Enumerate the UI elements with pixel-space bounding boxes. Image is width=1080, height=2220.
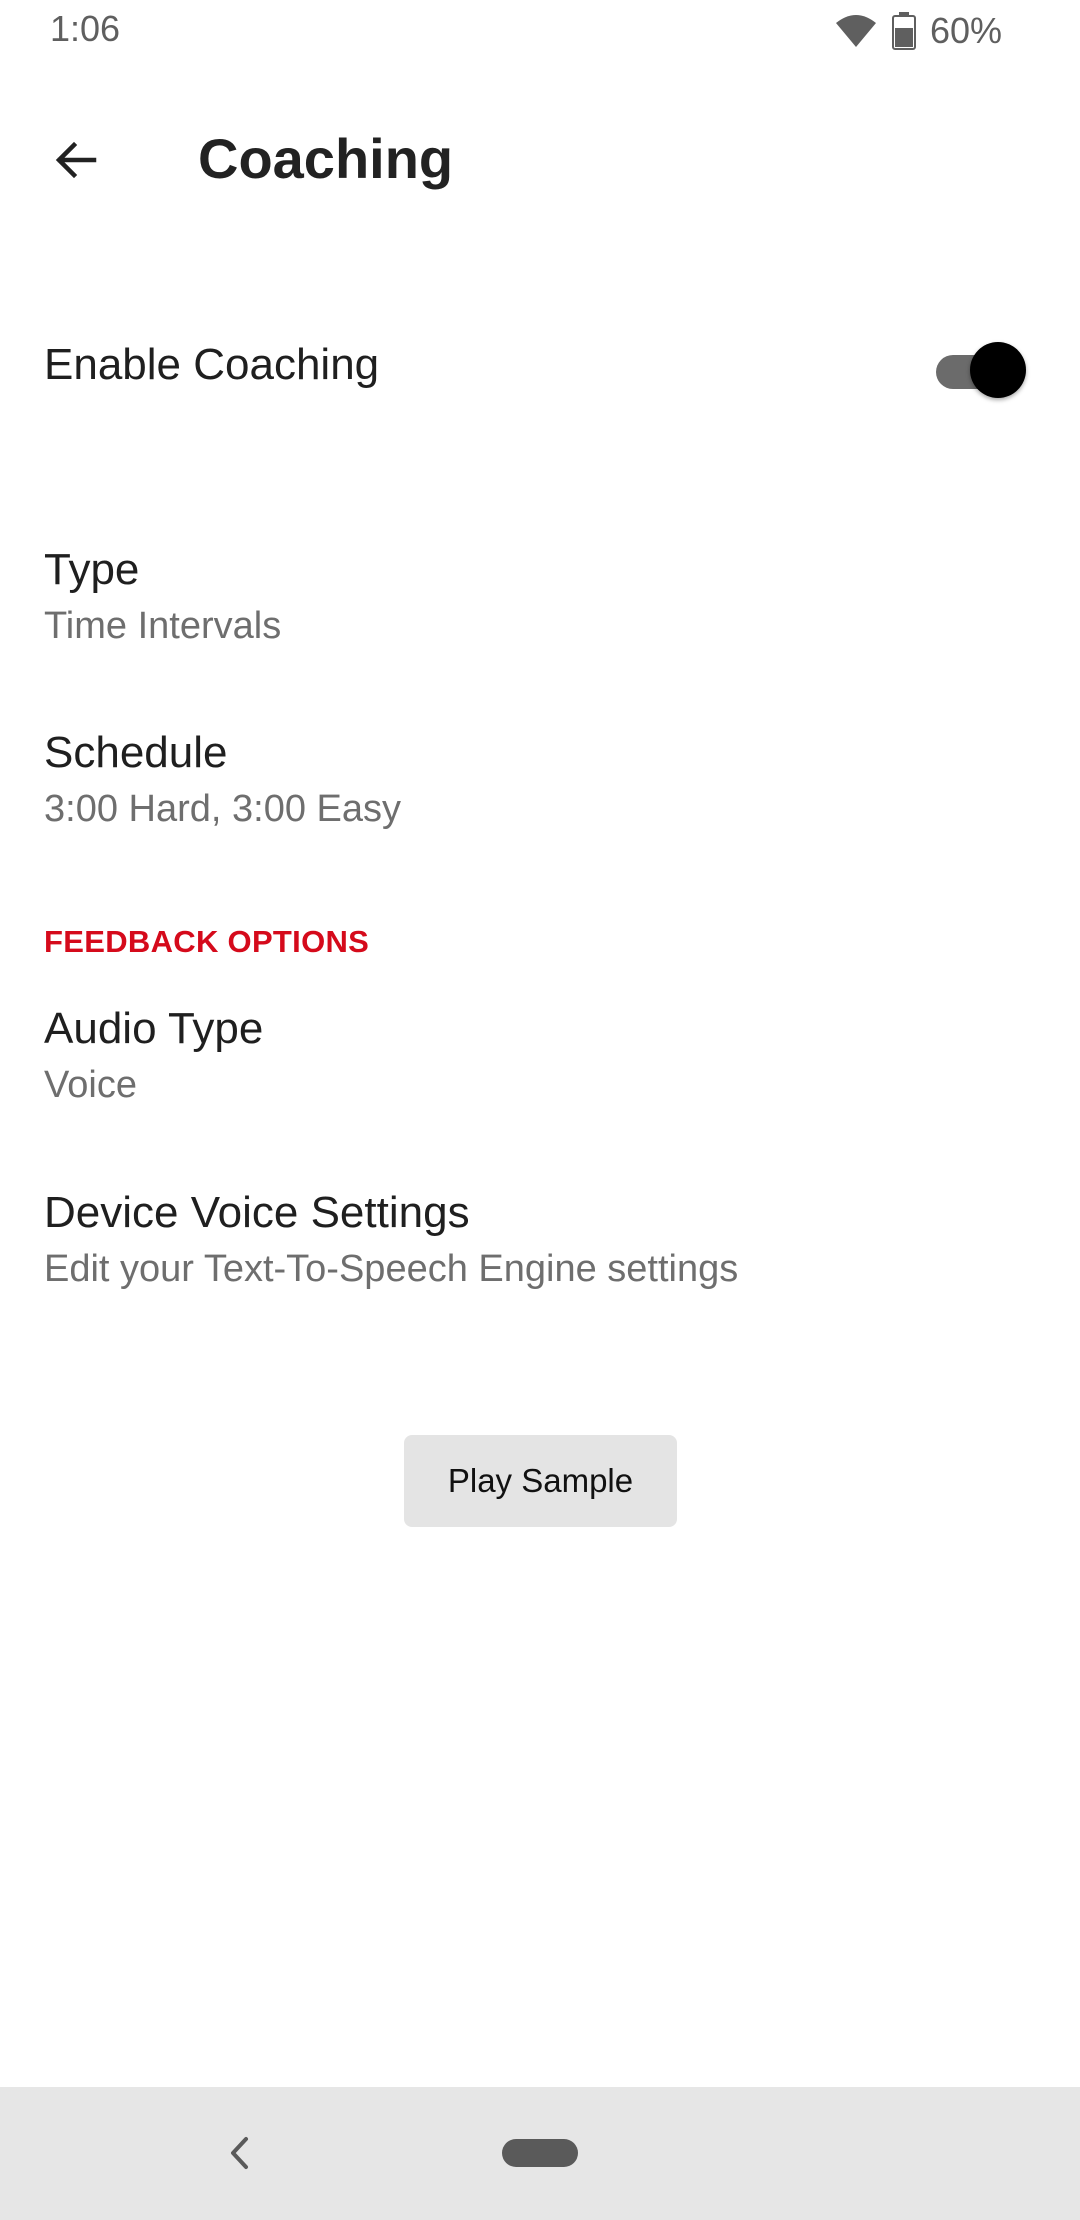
setting-title: Type <box>44 545 140 594</box>
setting-value: Voice <box>44 1064 137 1106</box>
system-nav-bar <box>0 2087 1080 2220</box>
setting-title: Audio Type <box>44 1004 264 1053</box>
coaching-screen: 1:06 60% Coaching Enable Coaching Type T… <box>0 0 1080 2220</box>
setting-type[interactable]: Type Time Intervals <box>0 545 1080 695</box>
switch-thumb <box>970 342 1026 398</box>
setting-value: 3:00 Hard, 3:00 Easy <box>44 788 401 830</box>
setting-title: Schedule <box>44 728 228 777</box>
enable-coaching-switch[interactable] <box>936 340 1026 400</box>
setting-value: Edit your Text-To-Speech Engine settings <box>44 1248 739 1290</box>
setting-audio-type[interactable]: Audio Type Voice <box>0 1004 1080 1154</box>
page-title: Coaching <box>198 127 454 190</box>
enable-coaching-label: Enable Coaching <box>44 340 380 389</box>
setting-schedule[interactable]: Schedule 3:00 Hard, 3:00 Easy <box>0 728 1080 878</box>
enable-coaching-row[interactable]: Enable Coaching <box>0 310 1080 420</box>
arrow-left-icon <box>55 141 97 179</box>
setting-title: Device Voice Settings <box>44 1188 470 1237</box>
nav-back-button[interactable] <box>218 2131 262 2175</box>
feedback-options-header: FEEDBACK OPTIONS <box>44 924 370 959</box>
setting-value: Time Intervals <box>44 605 282 647</box>
home-pill-icon[interactable] <box>502 2139 578 2167</box>
status-icons: 60% <box>834 10 1002 52</box>
wifi-icon <box>834 13 878 49</box>
app-bar: Coaching <box>0 100 1080 220</box>
play-sample-button[interactable]: Play Sample <box>404 1435 677 1527</box>
status-time: 1:06 <box>50 8 121 49</box>
battery-percent: 60% <box>929 10 1002 51</box>
setting-device-voice[interactable]: Device Voice Settings Edit your Text-To-… <box>0 1188 1080 1338</box>
status-bar: 1:06 60% <box>0 0 1080 64</box>
chevron-left-icon <box>231 2137 248 2169</box>
back-button[interactable] <box>34 118 118 202</box>
battery-icon <box>891 12 916 50</box>
